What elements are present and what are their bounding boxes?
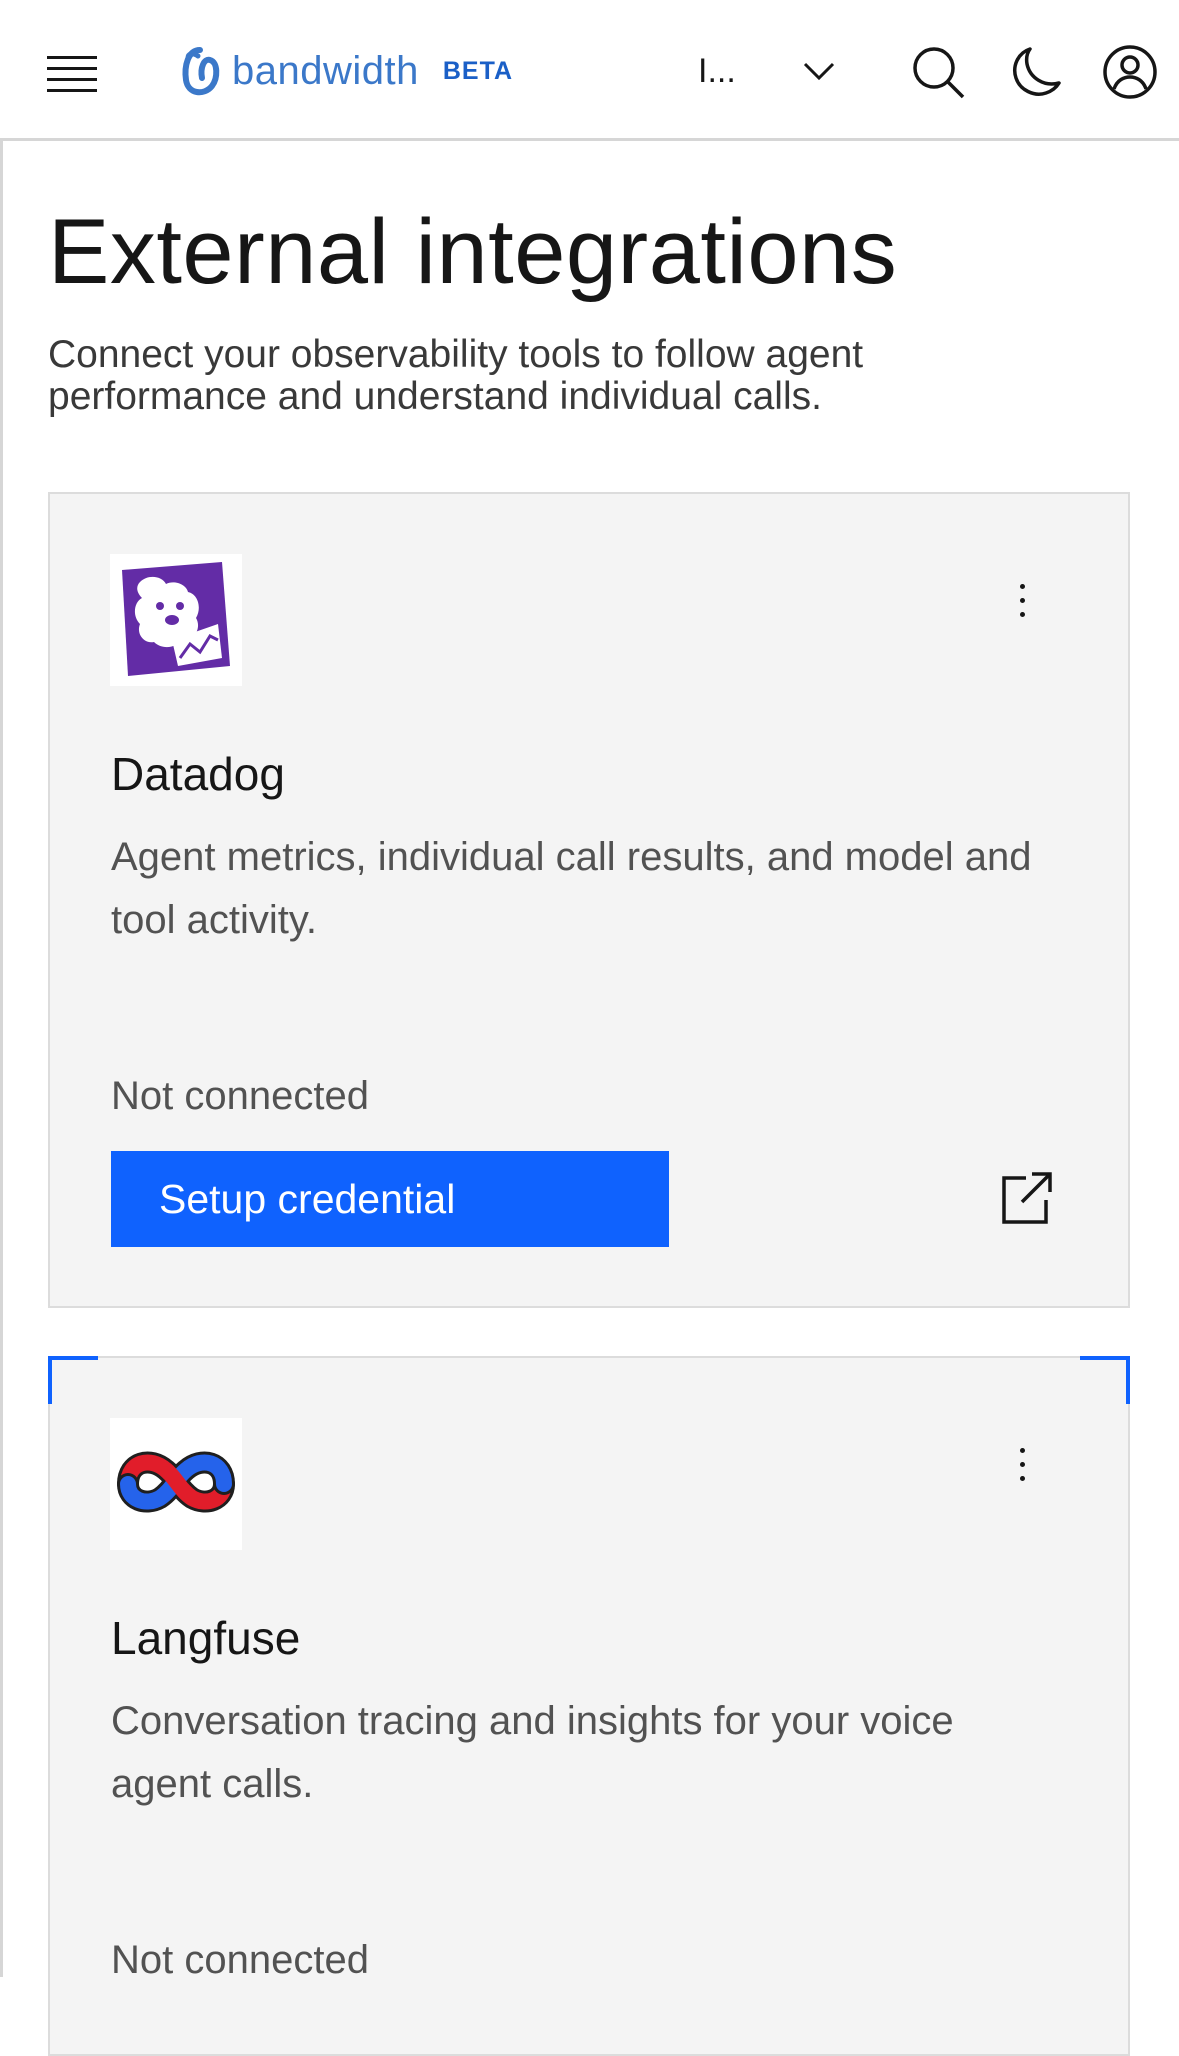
beta-badge: BETA xyxy=(442,56,514,85)
workspace-selector[interactable]: I... xyxy=(698,48,844,98)
bandwidth-logo-icon xyxy=(182,47,220,96)
logo-text: bandwidth xyxy=(232,48,419,93)
menu-icon[interactable] xyxy=(47,56,97,92)
integration-card-datadog: Datadog Agent metrics, individual call r… xyxy=(48,492,1130,1308)
chevron-down-icon xyxy=(803,62,835,81)
top-nav-bar: bandwidth BETA I... xyxy=(0,0,1179,141)
bandwidth-logo[interactable]: bandwidth BETA xyxy=(178,44,513,98)
integration-card-langfuse: Langfuse Conversation tracing and insigh… xyxy=(48,1356,1130,2056)
focus-indicator xyxy=(1080,1356,1130,1404)
integration-name: Datadog xyxy=(111,748,285,800)
workspace-label: I... xyxy=(698,52,736,90)
datadog-logo xyxy=(110,554,242,686)
langfuse-logo-image xyxy=(117,1451,235,1513)
page-subtitle: Connect your observability tools to foll… xyxy=(48,333,864,418)
integration-description: Agent metrics, individual call results, … xyxy=(111,835,1032,942)
integration-description: Conversation tracing and insights for yo… xyxy=(111,1699,954,1806)
integration-name: Langfuse xyxy=(111,1612,301,1664)
search-icon[interactable] xyxy=(910,44,966,100)
datadog-logo-image xyxy=(122,562,230,676)
connection-status: Not connected xyxy=(111,1074,369,1118)
overflow-menu-icon[interactable] xyxy=(1010,584,1034,624)
left-border xyxy=(0,141,3,1977)
langfuse-logo xyxy=(110,1418,242,1550)
moon-icon[interactable] xyxy=(1008,44,1064,100)
connection-status: Not connected xyxy=(111,1938,369,1982)
user-avatar-icon[interactable] xyxy=(1102,44,1158,100)
setup-credential-button[interactable]: Setup credential xyxy=(111,1151,669,1247)
page-title: External integrations xyxy=(48,201,898,303)
external-link-icon[interactable] xyxy=(996,1168,1056,1228)
overflow-menu-icon[interactable] xyxy=(1010,1448,1034,1488)
focus-indicator xyxy=(48,1356,98,1404)
